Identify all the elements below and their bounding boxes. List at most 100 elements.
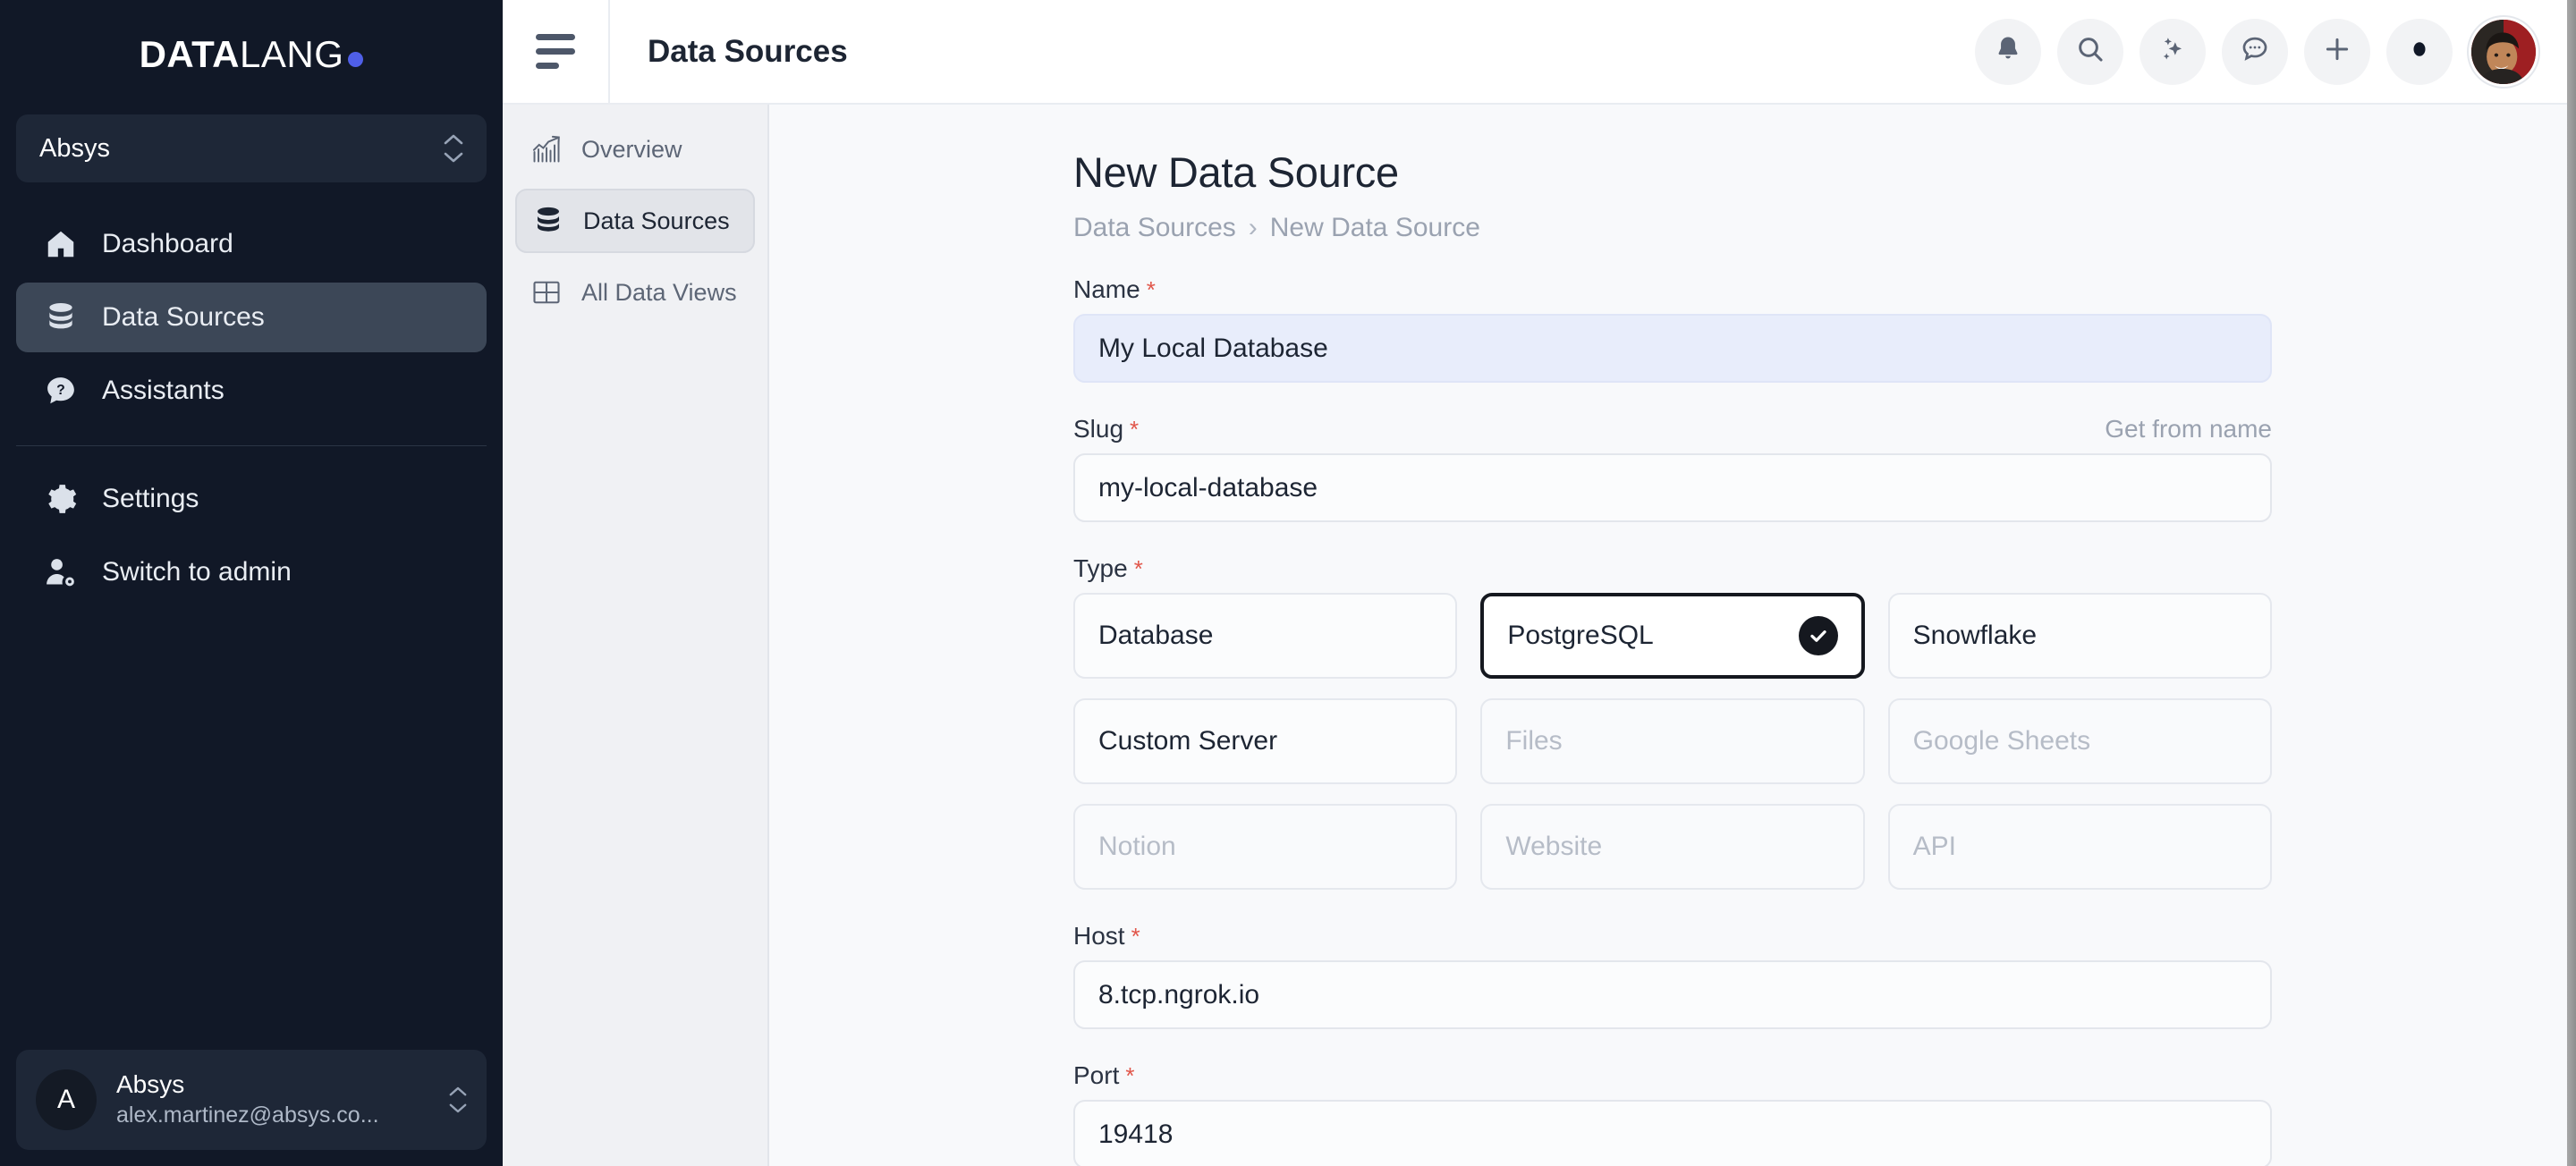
hamburger-icon[interactable]	[503, 0, 610, 104]
search-button[interactable]	[2057, 18, 2123, 85]
new-data-source-form: New Data Source Data Sources › New Data …	[1073, 105, 2272, 1166]
sidebar-item-assistants[interactable]: ? Assistants	[16, 356, 487, 426]
type-option-website[interactable]: Website	[1480, 804, 1865, 890]
ai-sparkle-button[interactable]	[2140, 18, 2206, 85]
home-icon	[43, 226, 79, 262]
subnav-item-label: All Data Views	[581, 278, 737, 306]
type-option-api[interactable]: API	[1887, 804, 2272, 890]
database-icon	[43, 300, 79, 335]
required-marker: *	[1130, 416, 1140, 443]
form-title: New Data Source	[1073, 148, 1399, 196]
type-option-google-sheets[interactable]: Google Sheets	[1887, 698, 2272, 784]
field-port: Port * 19418	[1073, 1061, 2272, 1166]
field-port-label: Port *	[1073, 1061, 1134, 1090]
sidebar-item-dashboard[interactable]: Dashboard	[16, 209, 487, 279]
required-marker: *	[1125, 1062, 1135, 1089]
host-input-value: 8.tcp.ngrok.io	[1098, 979, 1260, 1010]
field-host-label-row: Host *	[1073, 922, 2272, 951]
field-slug-label-row: Slug * Get from name	[1073, 415, 2272, 444]
brand-name-light: LANG	[240, 33, 344, 75]
dot-icon	[2404, 34, 2435, 69]
page-title: Data Sources	[648, 33, 848, 69]
type-option-database[interactable]: Database	[1073, 593, 1458, 679]
type-option-snowflake[interactable]: Snowflake	[1887, 593, 2272, 679]
host-input[interactable]: 8.tcp.ngrok.io	[1073, 960, 2272, 1029]
search-icon	[2075, 34, 2106, 69]
subnav-item-all-data-views[interactable]: All Data Views	[515, 260, 755, 325]
avatar-initial: A	[56, 1085, 75, 1114]
type-option-label: API	[1912, 832, 1957, 861]
check-circle-icon	[1798, 616, 1838, 655]
type-option-label: Google Sheets	[1912, 726, 2091, 756]
gear-icon	[43, 481, 79, 517]
type-option-notion[interactable]: Notion	[1073, 804, 1458, 890]
chart-growth-icon	[530, 132, 564, 166]
add-button[interactable]	[2304, 18, 2370, 85]
sidebar-item-data-sources[interactable]: Data Sources	[16, 283, 487, 352]
sidebar-item-settings[interactable]: Settings	[16, 464, 487, 534]
get-from-name-link[interactable]: Get from name	[2105, 415, 2272, 444]
breadcrumb-parent[interactable]: Data Sources	[1073, 213, 1236, 243]
subnav-item-overview[interactable]: Overview	[515, 117, 755, 182]
profile-name: Absys	[116, 1069, 185, 1098]
required-marker: *	[1146, 276, 1156, 303]
main-panel: New Data Source Data Sources › New Data …	[769, 105, 2576, 1166]
field-type: Type * Database PostgreSQL Snowflake Cus…	[1073, 554, 2272, 890]
port-input-value: 19418	[1098, 1119, 1174, 1149]
table-grid-icon	[530, 275, 564, 309]
name-input[interactable]: My Local Database	[1073, 314, 2272, 383]
question-chat-icon: ?	[43, 373, 79, 409]
subnav-item-data-sources[interactable]: Data Sources	[515, 189, 755, 253]
type-option-label: Database	[1098, 621, 1214, 650]
field-name-label: Name *	[1073, 275, 1156, 304]
field-slug-label: Slug *	[1073, 415, 1139, 444]
avatar: A	[36, 1069, 97, 1130]
label-text: Host	[1073, 922, 1125, 950]
type-option-label: Snowflake	[1912, 621, 2038, 650]
required-marker: *	[1131, 923, 1140, 950]
avatar-photo-icon	[2471, 19, 2536, 84]
sidebar-profile[interactable]: A Absys alex.martinez@absys.co...	[16, 1050, 487, 1150]
type-option-files[interactable]: Files	[1480, 698, 1865, 784]
field-type-label: Type *	[1073, 554, 1143, 583]
type-option-postgresql[interactable]: PostgreSQL	[1480, 593, 1865, 679]
breadcrumb-current: New Data Source	[1269, 213, 1480, 242]
type-option-label: Notion	[1098, 832, 1176, 861]
type-option-label: Custom Server	[1098, 726, 1278, 756]
chevron-up-down-icon	[444, 134, 463, 163]
subnav-item-label: Data Sources	[583, 207, 730, 234]
breadcrumb: Data Sources › New Data Source	[1073, 213, 2272, 243]
brand-name-bold: DATA	[139, 33, 241, 75]
sidebar-item-label: Data Sources	[102, 302, 265, 332]
port-input[interactable]: 19418	[1073, 1100, 2272, 1166]
org-selector[interactable]: Absys	[16, 114, 487, 182]
bell-icon	[1993, 34, 2023, 69]
sidebar-nav: Dashboard Data Sources ? Assistants	[0, 209, 503, 426]
user-gear-icon	[43, 554, 79, 590]
field-slug: Slug * Get from name my-local-database	[1073, 415, 2272, 522]
status-button[interactable]	[2386, 18, 2453, 85]
slug-input[interactable]: my-local-database	[1073, 453, 2272, 522]
sparkles-icon	[2157, 34, 2188, 69]
field-host: Host * 8.tcp.ngrok.io	[1073, 922, 2272, 1029]
field-port-label-row: Port *	[1073, 1061, 2272, 1090]
sidebar-item-label: Settings	[102, 484, 199, 513]
required-marker: *	[1133, 555, 1143, 582]
label-text: Slug	[1073, 415, 1124, 443]
label-text: Type	[1073, 554, 1128, 582]
brand-logo[interactable]: DATA LANG	[0, 0, 503, 109]
topbar: Data Sources	[503, 0, 2576, 105]
type-option-custom-server[interactable]: Custom Server	[1073, 698, 1458, 784]
svg-text:?: ?	[56, 383, 65, 398]
sidebar-item-switch-to-admin[interactable]: Switch to admin	[16, 537, 487, 607]
chat-button[interactable]	[2222, 18, 2288, 85]
org-selector-label: Absys	[39, 133, 110, 163]
breadcrumb-separator-icon: ›	[1248, 213, 1258, 242]
secondary-nav: Overview Data Sources All Data Views	[503, 105, 769, 1166]
database-icon	[531, 204, 565, 238]
plus-icon	[2322, 34, 2352, 69]
profile-text: Absys alex.martinez@absys.co...	[116, 1069, 429, 1131]
user-avatar[interactable]	[2469, 16, 2538, 87]
topbar-actions	[1975, 16, 2576, 87]
notifications-button[interactable]	[1975, 18, 2041, 85]
